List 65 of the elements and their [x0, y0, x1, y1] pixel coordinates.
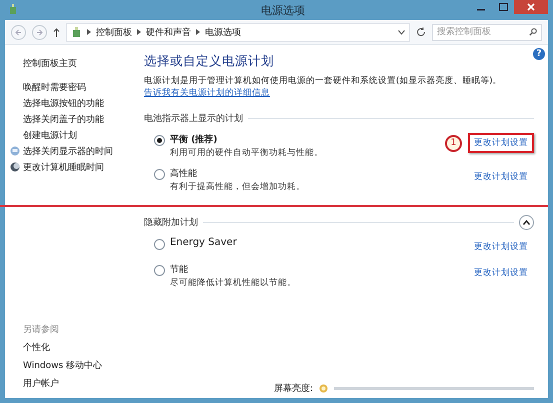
- sun-icon: [319, 384, 328, 392]
- sidebar-link[interactable]: 唤醒时需要密码: [23, 79, 140, 95]
- change-plan-settings-link[interactable]: 更改计划设置: [468, 237, 534, 257]
- monitor-icon: [10, 146, 20, 156]
- close-button[interactable]: [514, 0, 548, 14]
- chevron-up-icon: [523, 220, 530, 224]
- dropdown-caret-icon[interactable]: [398, 30, 405, 34]
- breadcrumb-arrow-icon: [87, 29, 91, 35]
- see-also-heading: 另请参阅: [23, 324, 60, 337]
- change-plan-settings-link[interactable]: 更改计划设置: [468, 167, 534, 187]
- moon-icon: [10, 162, 20, 172]
- radio-button[interactable]: [154, 239, 165, 250]
- see-also-link[interactable]: Windows 移动中心: [23, 356, 140, 374]
- maximize-icon: [498, 3, 508, 11]
- sidebar-link[interactable]: 选择关闭显示器的时间: [10, 143, 140, 159]
- annotation-marker: 1: [445, 134, 462, 152]
- see-also-link[interactable]: 个性化: [23, 338, 140, 356]
- address-field[interactable]: 控制面板 硬件和声音 电源选项: [66, 22, 410, 42]
- sidebar-link[interactable]: 控制面板主页: [23, 55, 140, 71]
- sidebar-link-text[interactable]: 唤醒时需要密码: [23, 80, 86, 94]
- breadcrumb[interactable]: 控制面板: [96, 26, 132, 38]
- sidebar-link-text[interactable]: 选择电源按钮的功能: [23, 96, 104, 110]
- breadcrumb[interactable]: 硬件和声音: [146, 26, 191, 38]
- plan-name: Energy Saver: [170, 237, 238, 250]
- brightness-label: 屏幕亮度:: [274, 382, 313, 394]
- sidebar-link-text[interactable]: 选择关闭盖子的功能: [23, 112, 104, 126]
- description-text: 电源计划是用于管理计算机如何使用电源的一套硬件和系统设置(如显示器亮度、睡眠等)。 告诉我有关电源计划的详细信息: [144, 75, 503, 99]
- see-also-link[interactable]: 用户帐户: [23, 374, 140, 392]
- radio-button[interactable]: [154, 265, 165, 276]
- plan-description: 利用可用的硬件自动平衡功耗与性能。: [170, 147, 324, 159]
- right-arrow-icon: [36, 28, 43, 36]
- sidebar-link-text[interactable]: 创建电源计划: [23, 128, 77, 142]
- group-heading: 电池指示器上显示的计划: [144, 112, 243, 124]
- sidebar-link[interactable]: 更改计算机睡眠时间: [10, 159, 140, 175]
- sidebar-link[interactable]: 选择电源按钮的功能: [23, 95, 140, 111]
- plan-name: 节能: [170, 264, 189, 277]
- app-icon: [8, 4, 18, 16]
- radio-button[interactable]: [154, 169, 165, 180]
- page-heading: 选择或自定义电源计划: [144, 53, 275, 70]
- change-plan-settings-link[interactable]: 更改计划设置: [468, 133, 534, 153]
- sidebar-link[interactable]: 创建电源计划: [23, 127, 140, 143]
- plan-description: 尽可能降低计算机性能以节能。: [170, 277, 297, 289]
- help-button[interactable]: ?: [533, 48, 545, 60]
- brightness-slider-track[interactable]: [334, 386, 534, 390]
- sidebar-link[interactable]: 选择关闭盖子的功能: [23, 111, 140, 127]
- sidebar-link-text[interactable]: 更改计算机睡眠时间: [23, 160, 104, 174]
- control-panel-icon: [71, 26, 82, 38]
- plan-name: 平衡 (推荐): [170, 133, 218, 147]
- breadcrumb-arrow-icon: [137, 29, 141, 35]
- breadcrumb[interactable]: 电源选项: [205, 26, 241, 38]
- search-icon[interactable]: [529, 28, 537, 36]
- sidebar-link-text[interactable]: 选择关闭显示器的时间: [23, 144, 113, 158]
- refresh-icon[interactable]: [416, 27, 426, 37]
- left-arrow-icon: [15, 28, 22, 36]
- close-icon: [527, 3, 535, 11]
- plan-description: 有利于提高性能，但会增加功耗。: [170, 181, 306, 193]
- breadcrumb-arrow-icon: [196, 29, 200, 35]
- window-title: 电源选项: [261, 2, 305, 18]
- group-heading: 隐藏附加计划: [144, 216, 198, 228]
- collapse-button[interactable]: [519, 214, 534, 230]
- change-plan-settings-link[interactable]: 更改计划设置: [468, 263, 534, 283]
- plan-name: 高性能: [170, 168, 198, 181]
- help-link[interactable]: 告诉我有关电源计划的详细信息: [144, 88, 270, 98]
- up-arrow-icon[interactable]: [53, 28, 60, 36]
- radio-button[interactable]: [154, 135, 165, 146]
